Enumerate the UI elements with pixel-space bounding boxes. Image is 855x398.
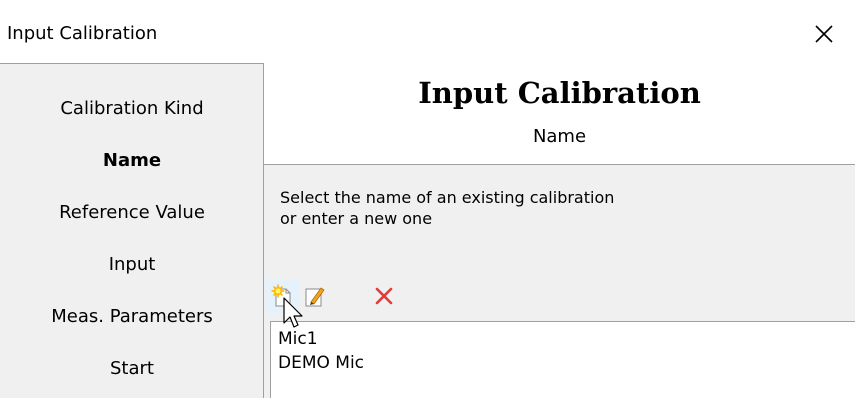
page-subtitle: Name (532, 126, 587, 147)
close-icon (815, 25, 833, 43)
step-start: Start (110, 358, 154, 379)
delete-x-icon (375, 287, 393, 305)
edit-calibration-button[interactable] (297, 279, 331, 313)
close-button[interactable] (806, 18, 842, 50)
list-item[interactable]: Mic1 (278, 329, 318, 349)
step-calibration-kind: Calibration Kind (60, 98, 204, 119)
step-name: Name (102, 150, 162, 171)
step-reference-value: Reference Value (59, 202, 205, 223)
edit-pencil-icon (305, 287, 325, 307)
list-item[interactable]: DEMO Mic (278, 353, 364, 373)
delete-calibration-button[interactable] (367, 279, 401, 313)
new-calibration-button[interactable] (265, 279, 299, 313)
step-meas-parameters: Meas. Parameters (51, 306, 213, 327)
page-title: Input Calibration (418, 76, 701, 110)
new-star-icon (271, 284, 291, 307)
instruction-text: Select the name of an existing calibrati… (280, 187, 614, 229)
wizard-steps-sidebar: Calibration Kind Name Reference Value In… (0, 63, 264, 398)
page-header: Input Calibration Name (264, 63, 855, 165)
calibration-list[interactable]: Mic1 DEMO Mic (270, 321, 855, 398)
step-input: Input (108, 254, 156, 275)
instruction-line-2: or enter a new one (280, 209, 433, 228)
window-title: Input Calibration (7, 23, 158, 44)
window-title-bar: Input Calibration (0, 0, 855, 63)
instruction-line-1: Select the name of an existing calibrati… (280, 188, 615, 207)
